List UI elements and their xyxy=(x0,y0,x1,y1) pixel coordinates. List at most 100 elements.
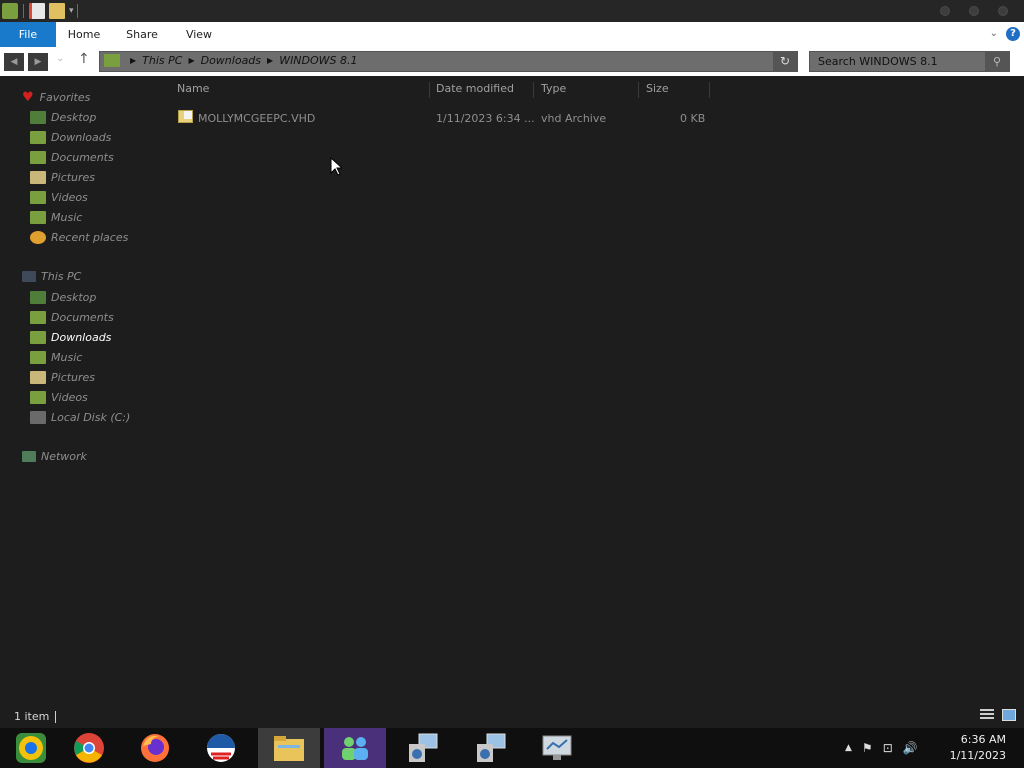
network-setup-icon[interactable] xyxy=(392,728,454,768)
column-header-label: Size xyxy=(646,82,669,95)
sidebar-group-network[interactable]: Network xyxy=(22,450,87,463)
file-size: 0 KB xyxy=(680,112,706,125)
clock-time: 6:36 AM xyxy=(960,733,1006,746)
sidebar-item-local-disk[interactable]: Local Disk (C:) xyxy=(30,408,145,426)
breadcrumb-current[interactable]: WINDOWS 8.1 xyxy=(279,54,357,67)
sidebar-item-pictures[interactable]: Pictures xyxy=(30,168,145,186)
search-box: ⚲ xyxy=(809,51,1010,72)
sidebar-item-music[interactable]: Music xyxy=(30,348,145,366)
refresh-button[interactable]: ↻ xyxy=(773,52,797,71)
sidebar-item-recent-places[interactable]: Recent places xyxy=(30,228,145,246)
sidebar-item-music[interactable]: Music xyxy=(30,208,145,226)
firefox-icon[interactable] xyxy=(124,728,186,768)
computer-icon xyxy=(22,271,36,282)
navigation-pane: ♥ Favorites Desktop Downloads Documents … xyxy=(0,84,145,704)
show-hidden-icons-icon[interactable]: ▲ xyxy=(845,743,852,753)
column-divider[interactable] xyxy=(638,82,639,98)
address-bar[interactable]: ▶ This PC ▶ Downloads ▶ WINDOWS 8.1 ↻ xyxy=(99,51,798,72)
search-icon[interactable]: ⚲ xyxy=(985,52,1009,71)
chrome-icon[interactable] xyxy=(58,728,120,768)
action-center-flag-icon[interactable]: ⚑ xyxy=(862,741,873,755)
properties-icon[interactable] xyxy=(29,3,45,19)
volume-icon[interactable]: 🔊 xyxy=(903,741,918,755)
network-status-icon[interactable]: ⊡ xyxy=(883,741,893,755)
network-setup-icon-2[interactable] xyxy=(460,728,522,768)
sidebar-item-videos[interactable]: Videos xyxy=(30,188,145,206)
folder-icon[interactable] xyxy=(2,3,18,19)
forward-button[interactable]: ▶ xyxy=(28,53,48,71)
sidebar-group-this-pc[interactable]: This PC xyxy=(22,270,81,283)
sidebar-item-videos[interactable]: Videos xyxy=(30,388,145,406)
minimize-button[interactable] xyxy=(940,6,950,16)
chrome-icon xyxy=(74,733,104,763)
sidebar-item-label: Pictures xyxy=(51,170,96,184)
clock[interactable]: 6:36 AM 1/11/2023 xyxy=(950,732,1006,764)
recent-locations-icon[interactable]: ⌄ xyxy=(56,53,64,64)
maximize-button[interactable] xyxy=(969,6,979,16)
pictures-folder-icon xyxy=(30,170,46,184)
sidebar-group-label: Favorites xyxy=(39,91,91,104)
chevron-right-icon[interactable]: ▶ xyxy=(267,56,273,65)
file-explorer-icon xyxy=(274,736,304,761)
search-input[interactable] xyxy=(810,52,984,71)
sidebar-item-documents[interactable]: Documents xyxy=(30,148,145,166)
column-header-label: Date modified xyxy=(436,82,514,95)
tab-file[interactable]: File xyxy=(0,22,56,47)
hard-drive-icon xyxy=(30,410,46,424)
sidebar-item-downloads-selected[interactable]: Downloads xyxy=(30,328,145,346)
tab-home[interactable]: Home xyxy=(62,22,106,47)
column-header-size[interactable]: Size xyxy=(646,82,710,100)
breadcrumb: ▶ This PC ▶ Downloads ▶ WINDOWS 8.1 xyxy=(104,54,364,67)
new-folder-icon[interactable] xyxy=(49,3,65,19)
music-folder-icon xyxy=(30,350,46,364)
file-explorer-icon[interactable] xyxy=(258,728,320,768)
column-header-date[interactable]: Date modified xyxy=(436,82,534,100)
obama-logo-icon[interactable] xyxy=(190,728,252,768)
tab-share[interactable]: Share xyxy=(120,22,164,47)
desktop-icon xyxy=(30,110,46,124)
expand-ribbon-icon[interactable]: ⌄ xyxy=(990,28,998,39)
people-icon[interactable] xyxy=(324,728,386,768)
documents-folder-icon xyxy=(30,150,46,164)
navigation-bar: ◀ ▶ ⌄ ↑ ▶ This PC ▶ Downloads ▶ WINDOWS … xyxy=(0,47,1024,76)
column-header-type[interactable]: Type xyxy=(541,82,639,100)
column-headers: Name Date modified Type Size xyxy=(170,82,710,100)
sidebar-group-favorites[interactable]: ♥ Favorites xyxy=(22,90,90,105)
sidebar-item-desktop[interactable]: Desktop xyxy=(30,288,145,306)
chevron-down-icon[interactable]: ▾ xyxy=(69,6,74,16)
close-button[interactable] xyxy=(998,6,1008,16)
details-view-icon[interactable] xyxy=(980,709,994,721)
mouse-cursor-icon xyxy=(330,157,342,176)
file-date: 1/11/2023 6:34 ... xyxy=(436,112,535,125)
documents-folder-icon xyxy=(30,310,46,324)
chevron-right-icon[interactable]: ▶ xyxy=(130,56,136,65)
sidebar-item-desktop[interactable]: Desktop xyxy=(30,108,145,126)
column-header-name[interactable]: Name xyxy=(177,82,430,100)
sidebar-item-label: Pictures xyxy=(51,370,96,384)
up-arrow-icon[interactable]: ↑ xyxy=(78,51,90,67)
column-divider[interactable] xyxy=(709,82,710,98)
back-button[interactable]: ◀ xyxy=(4,53,24,71)
sidebar-item-downloads[interactable]: Downloads xyxy=(30,128,145,146)
downloads-folder-icon xyxy=(30,130,46,144)
clock-date: 1/11/2023 xyxy=(949,749,1006,762)
sidebar-item-label: Desktop xyxy=(51,290,97,304)
pictures-folder-icon xyxy=(30,370,46,384)
breadcrumb-downloads[interactable]: Downloads xyxy=(201,54,261,67)
large-icons-view-icon[interactable] xyxy=(1002,709,1016,721)
column-divider[interactable] xyxy=(429,82,430,98)
sidebar-item-label: Videos xyxy=(51,390,88,404)
sidebar-item-label: Desktop xyxy=(51,110,97,124)
sidebar-item-pictures[interactable]: Pictures xyxy=(30,368,145,386)
sidebar-item-documents[interactable]: Documents xyxy=(30,308,145,326)
title-bar: ▾ xyxy=(0,0,1024,22)
monitor-icon[interactable] xyxy=(526,728,588,768)
breadcrumb-this-pc[interactable]: This PC xyxy=(142,54,182,67)
chrome-remote-icon[interactable] xyxy=(0,728,62,768)
tab-view[interactable]: View xyxy=(177,22,221,47)
column-divider[interactable] xyxy=(533,82,534,98)
file-row[interactable]: MOLLYMCGEEPC.VHD 1/11/2023 6:34 ... vhd … xyxy=(170,109,710,129)
chevron-right-icon[interactable]: ▶ xyxy=(188,56,194,65)
help-icon[interactable]: ? xyxy=(1006,27,1020,41)
heart-icon: ♥ xyxy=(22,90,34,105)
